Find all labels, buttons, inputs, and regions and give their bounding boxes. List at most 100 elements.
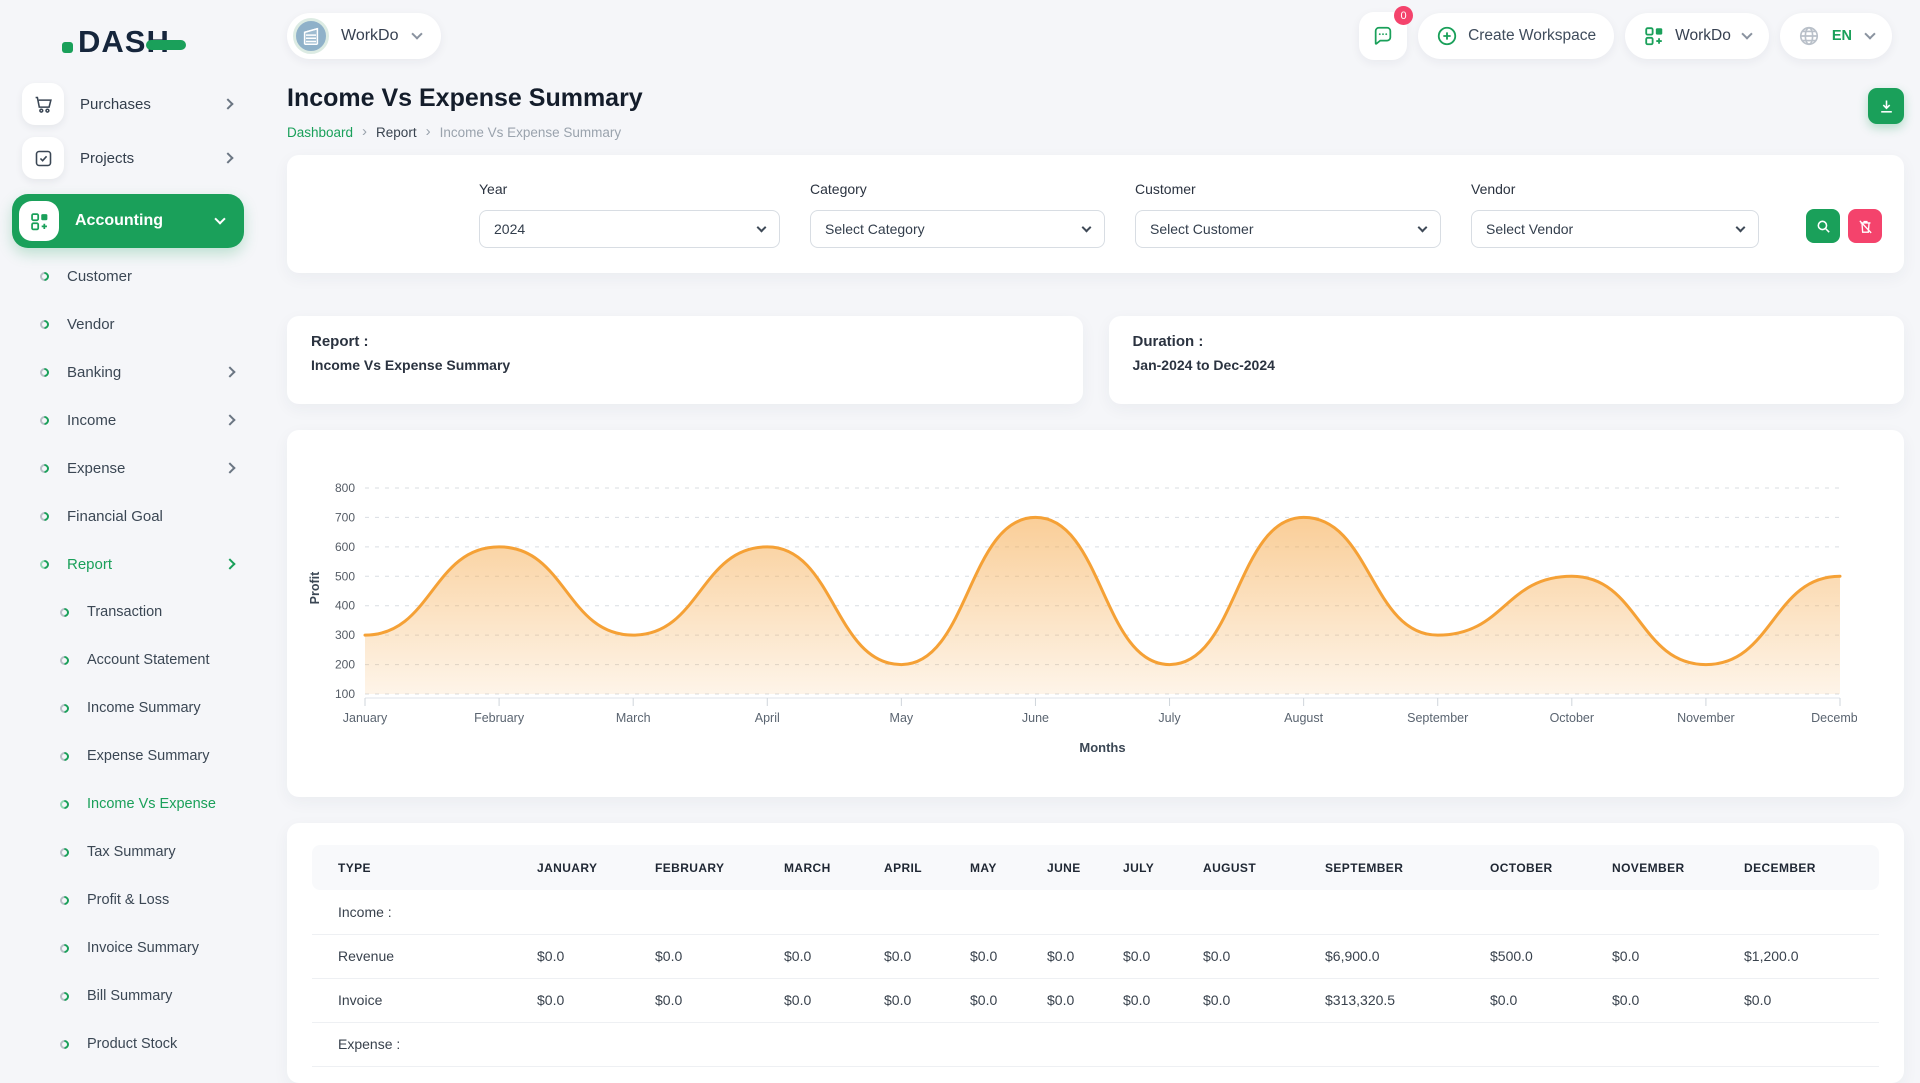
- table-cell-value: $0.0: [1203, 978, 1325, 1022]
- apply-filter-button[interactable]: [1806, 209, 1840, 243]
- sidebar-item-income-vs-expense[interactable]: Income Vs Expense: [0, 780, 260, 828]
- table-section-row: Expense :: [312, 1022, 1879, 1066]
- workspace-name: WorkDo: [341, 27, 399, 45]
- report-value: Income Vs Expense Summary: [311, 357, 1059, 373]
- sidebar-item-cash-flow[interactable]: Cash Flow: [0, 1068, 260, 1080]
- table-row: Revenue$0.0$0.0$0.0$0.0$0.0$0.0$0.0$0.0$…: [312, 934, 1879, 978]
- sidebar-item-projects[interactable]: Projects: [16, 136, 246, 180]
- messages-badge: 0: [1394, 6, 1413, 25]
- sidebar-item-report[interactable]: Report: [0, 540, 260, 588]
- year-select[interactable]: 2024: [479, 210, 780, 248]
- sidebar-item-label: Product Stock: [87, 1036, 177, 1052]
- sidebar-item-customer[interactable]: Customer: [0, 252, 260, 300]
- language-label: EN: [1832, 28, 1852, 44]
- table-column-august: AUGUST: [1203, 845, 1325, 890]
- x-axis-label: Months: [1079, 740, 1125, 755]
- table-cell-value: $500.0: [1490, 934, 1612, 978]
- sidebar-item-invoice-summary[interactable]: Invoice Summary: [0, 924, 260, 972]
- sidebar-item-label: Tax Summary: [87, 844, 176, 860]
- table-cell-value: $0.0: [1123, 978, 1203, 1022]
- sidebar-item-tax-summary[interactable]: Tax Summary: [0, 828, 260, 876]
- reset-filter-button[interactable]: [1848, 209, 1882, 243]
- messages-button[interactable]: 0: [1359, 12, 1407, 60]
- table-cell-value: $0.0: [784, 934, 884, 978]
- sidebar-item-income-summary[interactable]: Income Summary: [0, 684, 260, 732]
- table-section-label: Expense :: [312, 1022, 1879, 1066]
- table-section-label: Income :: [312, 890, 1879, 934]
- y-axis-label: Profit: [308, 571, 322, 604]
- status-dot-icon: [58, 942, 71, 955]
- chevron-down-icon: [1864, 28, 1875, 39]
- status-dot-icon: [58, 702, 71, 715]
- filter-card: Year 2024 Category Select Category Custo…: [287, 155, 1904, 273]
- sidebar: DASH Purchases Projects Accounting Custom…: [0, 0, 260, 1080]
- sidebar-item-expense-summary[interactable]: Expense Summary: [0, 732, 260, 780]
- page-header: Income Vs Expense Summary Dashboard › Re…: [287, 84, 1904, 140]
- sidebar-item-vendor[interactable]: Vendor: [0, 300, 260, 348]
- workspace-menu[interactable]: WorkDo: [1625, 13, 1769, 59]
- customer-label: Customer: [1135, 181, 1441, 197]
- create-workspace-button[interactable]: Create Workspace: [1418, 13, 1614, 59]
- status-dot-icon: [38, 414, 51, 427]
- profit-chart-card: 100200300400500600700800JanuaryFebruaryM…: [287, 430, 1904, 797]
- chevron-right-icon: [224, 462, 235, 473]
- sidebar-item-income[interactable]: Income: [0, 396, 260, 444]
- sidebar-item-product-stock[interactable]: Product Stock: [0, 1020, 260, 1068]
- chevron-right-icon: [224, 414, 235, 425]
- circle-plus-icon: [1436, 25, 1458, 47]
- category-select[interactable]: Select Category: [810, 210, 1105, 248]
- table-column-february: FEBRUARY: [655, 845, 784, 890]
- workspace-menu-label: WorkDo: [1675, 27, 1731, 45]
- vendor-select[interactable]: Select Vendor: [1471, 210, 1759, 248]
- customer-field: Customer Select Customer: [1135, 181, 1441, 248]
- table-cell-value: $0.0: [1612, 978, 1744, 1022]
- table-cell-value: $0.0: [537, 978, 655, 1022]
- x-tick-label: February: [474, 711, 525, 725]
- workspace-switcher[interactable]: WorkDo: [287, 13, 441, 59]
- breadcrumb-report[interactable]: Report: [376, 125, 417, 140]
- sidebar-item-financial-goal[interactable]: Financial Goal: [0, 492, 260, 540]
- sidebar-item-label: Expense: [67, 460, 125, 477]
- status-dot-icon: [58, 606, 71, 619]
- table-column-july: JULY: [1123, 845, 1203, 890]
- table-cell-value: $0.0: [655, 978, 784, 1022]
- check-square-icon: [22, 137, 64, 179]
- sidebar-item-expense[interactable]: Expense: [0, 444, 260, 492]
- category-field: Category Select Category: [810, 181, 1105, 248]
- sidebar-item-transaction[interactable]: Transaction: [0, 588, 260, 636]
- breadcrumb-dashboard[interactable]: Dashboard: [287, 125, 353, 140]
- status-dot-icon: [38, 558, 51, 571]
- table-cell-value: $0.0: [1203, 934, 1325, 978]
- sidebar-item-bill-summary[interactable]: Bill Summary: [0, 972, 260, 1020]
- logo-dot-icon: [62, 42, 73, 53]
- table-cell-type: Revenue: [312, 934, 537, 978]
- breadcrumb-current: Income Vs Expense Summary: [440, 125, 622, 140]
- sidebar-item-purchases[interactable]: Purchases: [16, 82, 246, 126]
- brand-logo[interactable]: DASH: [62, 24, 260, 60]
- sidebar-item-accounting[interactable]: Accounting: [12, 194, 244, 248]
- table-cell-value: $0.0: [655, 934, 784, 978]
- status-dot-icon: [58, 1038, 71, 1051]
- sidebar-item-banking[interactable]: Banking: [0, 348, 260, 396]
- table-cell-value: $0.0: [1047, 978, 1123, 1022]
- table-column-april: APRIL: [884, 845, 970, 890]
- sidebar-item-label: Profit & Loss: [87, 892, 169, 908]
- table-cell-value: $0.0: [884, 978, 970, 1022]
- customer-select[interactable]: Select Customer: [1135, 210, 1441, 248]
- chevron-down-icon: [757, 222, 767, 232]
- language-selector[interactable]: EN: [1780, 13, 1892, 59]
- grid-plus-icon: [1643, 25, 1665, 47]
- table-section-row: Income :: [312, 890, 1879, 934]
- globe-icon: [1798, 25, 1820, 47]
- table-cell-value: $0.0: [970, 934, 1047, 978]
- y-tick-label: 700: [335, 510, 355, 524]
- sidebar-item-label: Projects: [80, 150, 134, 167]
- sidebar-item-account-statement[interactable]: Account Statement: [0, 636, 260, 684]
- workspace-avatar: [293, 18, 329, 54]
- table-cell-value: $0.0: [970, 978, 1047, 1022]
- sidebar-item-label: Banking: [67, 364, 121, 381]
- sidebar-item-label: Expense Summary: [87, 748, 210, 764]
- export-button[interactable]: [1868, 88, 1904, 124]
- sidebar-item-profit-loss[interactable]: Profit & Loss: [0, 876, 260, 924]
- table-cell-value: $0.0: [784, 978, 884, 1022]
